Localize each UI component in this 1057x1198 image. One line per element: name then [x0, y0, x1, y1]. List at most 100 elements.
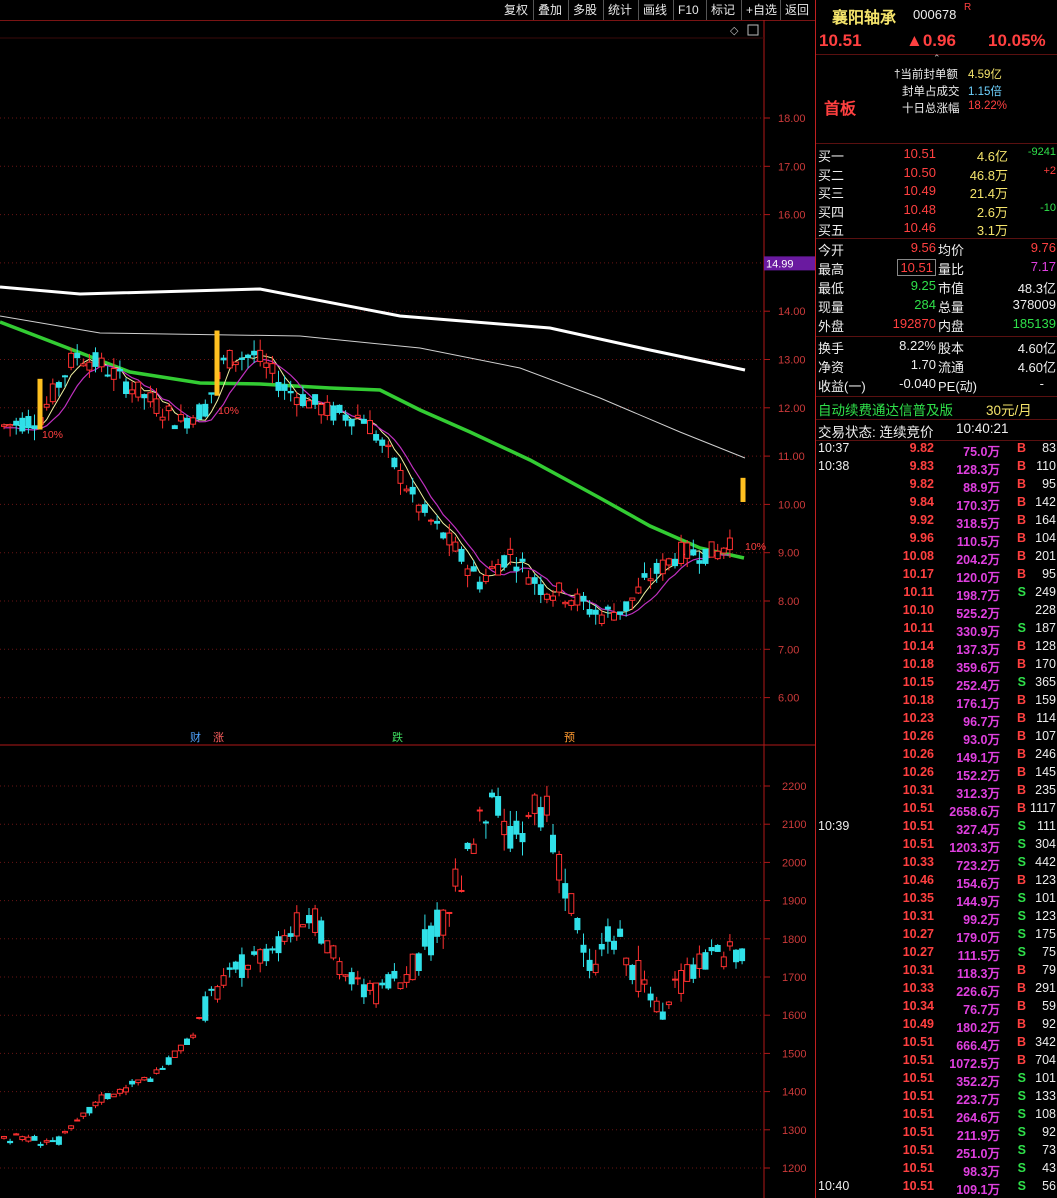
tick-volume: 75.0万 [963, 445, 1000, 459]
index-candle-body [245, 964, 251, 970]
tick-count: 56 [1042, 1179, 1056, 1193]
tick-row: 10.51 666.4万 B 342 [816, 1035, 1057, 1053]
price-candle-body [513, 566, 520, 572]
tick-row: 10.14 137.3万 B 128 [816, 639, 1057, 657]
price-candle-body [665, 558, 672, 566]
index-candle-body [37, 1143, 44, 1146]
price-candle-body [421, 504, 428, 513]
tick-price: 10.26 [902, 747, 934, 761]
index-candle-body [62, 1130, 68, 1134]
tick-row: 10.10 525.2万 228 [816, 603, 1057, 621]
tick-volume: 170.3万 [956, 499, 1000, 513]
tick-price: 10.35 [902, 891, 934, 905]
bid-label: 买五 [818, 223, 845, 239]
index-candle-body [397, 982, 404, 990]
price-candle-body [74, 352, 81, 359]
price-tick-label: 8.00 [778, 596, 799, 608]
tick-count: 83 [1042, 441, 1056, 455]
index-candle-body [604, 926, 611, 942]
index-candle-body [220, 975, 227, 986]
seal-amount-label: †当前封单额 [894, 69, 958, 81]
price-candle-body [714, 550, 721, 560]
tick-count: 291 [1035, 981, 1056, 995]
price-candle-body [281, 384, 288, 391]
price-candle-body [519, 558, 526, 562]
tick-count: 114 [1036, 711, 1056, 725]
tick-count: 110 [1036, 459, 1056, 473]
price-candle-body [184, 417, 190, 429]
tick-price: 10.14 [902, 639, 934, 653]
tick-volume: 252.4万 [956, 679, 1000, 693]
tick-volume: 318.5万 [956, 517, 1000, 531]
price-candle-body [580, 595, 587, 602]
tick-price: 10.31 [902, 909, 934, 923]
tick-row: 9.96 110.5万 B 104 [816, 531, 1057, 549]
price-candle-body [116, 368, 123, 372]
index-candle-body [312, 908, 319, 933]
index-candle-body [129, 1080, 136, 1085]
tick-count: 128 [1035, 639, 1056, 653]
index-candle-body [293, 912, 300, 937]
promo-banner[interactable]: 自动续费通达信普及版 30元/月 [816, 399, 1057, 418]
tick-side: S [1017, 837, 1026, 851]
index-candle-body [135, 1079, 142, 1084]
price-candle-body [147, 392, 154, 403]
tick-row: 10.31 312.3万 B 235 [816, 783, 1057, 801]
tick-side: S [1017, 1107, 1026, 1121]
tick-volume: 128.3万 [956, 463, 1000, 477]
price-candle-body [336, 404, 343, 413]
index-candle-body [678, 969, 685, 994]
index-candle-body [196, 1016, 203, 1019]
tick-row: 10.26 93.0万 B 107 [816, 729, 1057, 747]
index-candle-body [556, 853, 563, 881]
price-tick-label: 17.00 [778, 161, 806, 173]
price-candle-body [98, 357, 105, 368]
index-candle-body [446, 911, 453, 914]
chart-grid [0, 20, 815, 1198]
trade-status-label: 交易状态: 连续竞价 [818, 425, 934, 440]
tick-count: 59 [1042, 999, 1056, 1013]
tick-row: 10.51 251.0万 S 73 [816, 1143, 1057, 1161]
index-candle-body [367, 982, 373, 991]
price-candle-body [293, 397, 300, 406]
index-candle-body [336, 961, 343, 976]
tick-count: 246 [1035, 747, 1056, 761]
index-candle-body [708, 947, 715, 952]
index-candle-body [629, 964, 636, 981]
price-candle-body [312, 394, 319, 405]
price-change: ▲0.96 [906, 31, 956, 50]
index-candle-body [684, 964, 691, 982]
bid-delta: -9241 [1027, 146, 1056, 158]
price-candle-body [31, 425, 38, 430]
tick-count: 101 [1035, 891, 1056, 905]
tick-side: B [1016, 981, 1026, 995]
price-candle-body [586, 609, 593, 615]
price-candle-body [171, 425, 178, 430]
index-candle-body [391, 970, 398, 979]
tick-row: 10.26 149.1万 B 246 [816, 747, 1057, 765]
tick-side: B [1016, 657, 1026, 671]
price-candle-body [86, 361, 93, 371]
bid-label: 买二 [818, 167, 845, 183]
tick-row: 10.31 99.2万 S 123 [816, 909, 1057, 927]
collapse-chevron-icon[interactable]: ⌃ [933, 53, 941, 64]
price-candle-body [507, 548, 514, 556]
tick-volume: 154.6万 [956, 877, 1000, 891]
price-candle-body [354, 414, 361, 418]
price-candle-body [525, 577, 532, 585]
index-candle-body [611, 940, 617, 950]
shares-value: 4.60亿 [1017, 341, 1056, 356]
tick-row: 10.11 198.7万 S 249 [816, 585, 1057, 603]
price-change-pct: 10.05% [988, 31, 1046, 50]
price-tick-label: 12.00 [778, 403, 806, 415]
tick-volume: 144.9万 [956, 895, 1000, 909]
kline-chart[interactable]: 18.0017.0016.0015.0014.0013.0012.0011.00… [0, 0, 815, 1198]
stock-code: 000678 [913, 7, 957, 22]
price-tick-label: 11.00 [778, 451, 805, 463]
tick-side: S [1017, 1143, 1026, 1157]
tick-volume: 211.9万 [956, 1129, 1000, 1143]
index-candle-body [452, 868, 459, 887]
index-candle-body [141, 1076, 148, 1081]
tick-volume: 312.3万 [956, 787, 1000, 801]
tick-side: S [1017, 1089, 1026, 1103]
